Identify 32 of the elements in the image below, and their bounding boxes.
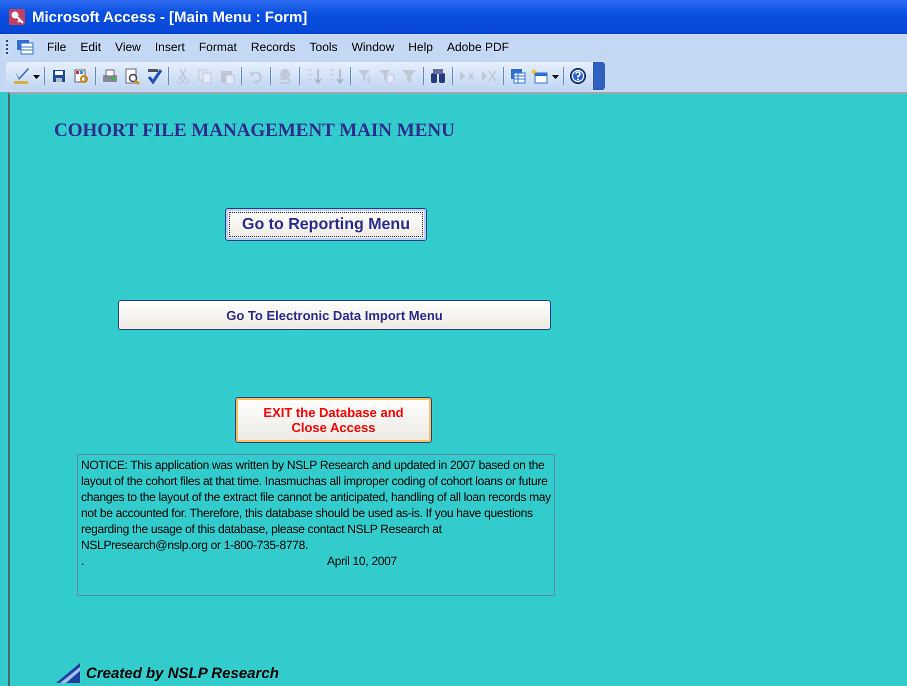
- menu-item[interactable]: File: [40, 38, 74, 56]
- window-title: Microsoft Access - [Main Menu : Form]: [32, 8, 308, 26]
- notice-date: April 10, 2007: [327, 553, 397, 569]
- menu-button[interactable]: Go To Electronic Data Import Menu: [118, 300, 551, 330]
- menu-item[interactable]: Help: [401, 38, 440, 56]
- form-icon[interactable]: [16, 39, 34, 55]
- design-icon[interactable]: [12, 67, 30, 85]
- new-object-icon[interactable]: [531, 67, 549, 85]
- exit-button[interactable]: EXIT the Database and Close Access: [235, 397, 432, 443]
- notice-mark: .: [81, 553, 86, 569]
- help-icon[interactable]: [569, 67, 587, 85]
- menu-item[interactable]: Format: [192, 38, 244, 56]
- menu-item[interactable]: View: [108, 38, 148, 56]
- menu-button[interactable]: Go to Reporting Menu: [225, 208, 427, 241]
- save-icon[interactable]: [50, 67, 68, 85]
- spelling-icon[interactable]: [145, 67, 163, 85]
- preview-icon[interactable]: [123, 67, 141, 85]
- menu-item[interactable]: Tools: [302, 38, 345, 56]
- print-icon[interactable]: [101, 67, 119, 85]
- properties-icon[interactable]: [72, 67, 90, 85]
- menu-item[interactable]: Records: [244, 38, 303, 56]
- menu-item[interactable]: Adobe PDF: [440, 38, 516, 56]
- key-icon: [8, 8, 26, 26]
- database-icon[interactable]: [509, 67, 527, 85]
- notice-text: NOTICE: This application was written by NSLP Research and updated in 2007 based on the layout of the cohort files at that time. Inasmuchas all improper coding of cohort loans or future changes to the layout of the extract file cannot be anticipated, handling of all loan records may not be accounted for. Therefore, this database should be used as-is. If you have questions regarding the usage of this database, please contact NSLP Research at NSLPresearch@nslp.org or 1-800-735-8778.: [81, 457, 551, 553]
- find-icon[interactable]: [429, 67, 447, 85]
- logo-icon: [56, 663, 80, 683]
- menu-item[interactable]: Insert: [148, 38, 192, 56]
- credit-text: Created by NSLP Research: [86, 664, 279, 682]
- form-heading: COHORT FILE MANAGEMENT MAIN MENU: [54, 120, 456, 142]
- menu-item[interactable]: Window: [344, 38, 402, 56]
- menu-item[interactable]: Edit: [73, 38, 108, 56]
